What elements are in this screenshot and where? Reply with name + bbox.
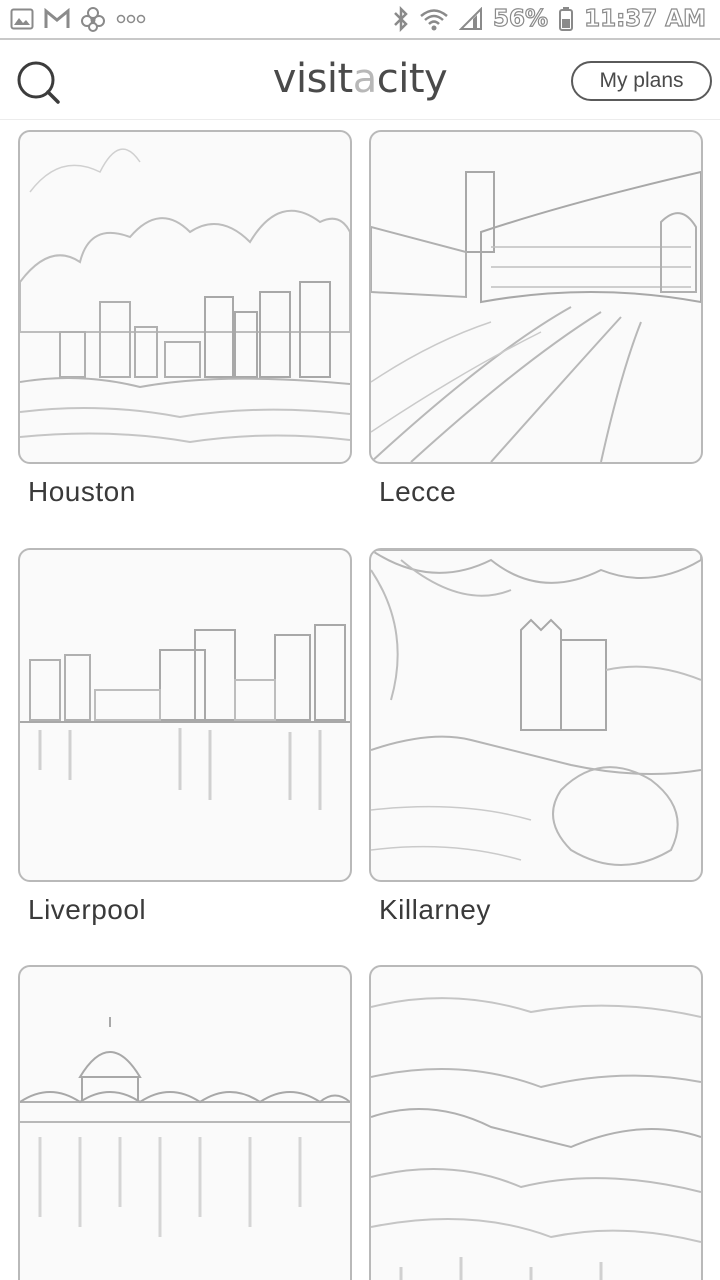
status-right: 56% 11:37 AM [393, 5, 707, 33]
my-plans-button[interactable]: My plans [571, 61, 712, 101]
city-grid: Houston Lecce Liverpool Killarney [0, 120, 720, 1280]
clock: 11:37 AM [583, 5, 706, 32]
city-name: Liverpool [28, 894, 147, 925]
logo-text-visit: visit [272, 56, 353, 102]
image-icon [10, 8, 34, 30]
logo-text-city: city [376, 56, 448, 102]
city-image-killarney [369, 548, 703, 882]
city-card-5[interactable] [18, 965, 352, 1280]
city-card-killarney[interactable]: Killarney [369, 548, 703, 926]
app-bar: visitacity My plans [0, 42, 720, 120]
city-card-houston[interactable]: Houston [18, 130, 352, 508]
city-name: Houston [28, 476, 136, 507]
status-left [10, 6, 146, 32]
city-card-liverpool[interactable]: Liverpool [18, 548, 352, 926]
status-bar: 56% 11:37 AM [0, 0, 720, 40]
battery-icon [558, 6, 574, 32]
more-dots-icon [116, 13, 146, 25]
city-card-6[interactable] [369, 965, 703, 1280]
city-image-6 [369, 965, 703, 1280]
city-image-lecce [369, 130, 703, 464]
logo-text-a: a [352, 56, 378, 102]
city-card-lecce[interactable]: Lecce [369, 130, 703, 508]
wifi-icon [419, 7, 449, 31]
signal-icon [459, 7, 483, 31]
flower-icon [80, 6, 106, 32]
gmail-icon [44, 8, 70, 30]
bluetooth-icon [393, 6, 409, 32]
city-image-houston [18, 130, 352, 464]
city-name: Lecce [379, 476, 457, 507]
city-image-5 [18, 965, 352, 1280]
city-image-liverpool [18, 548, 352, 882]
city-name: Killarney [379, 894, 491, 925]
battery-percent: 56% [492, 5, 549, 32]
